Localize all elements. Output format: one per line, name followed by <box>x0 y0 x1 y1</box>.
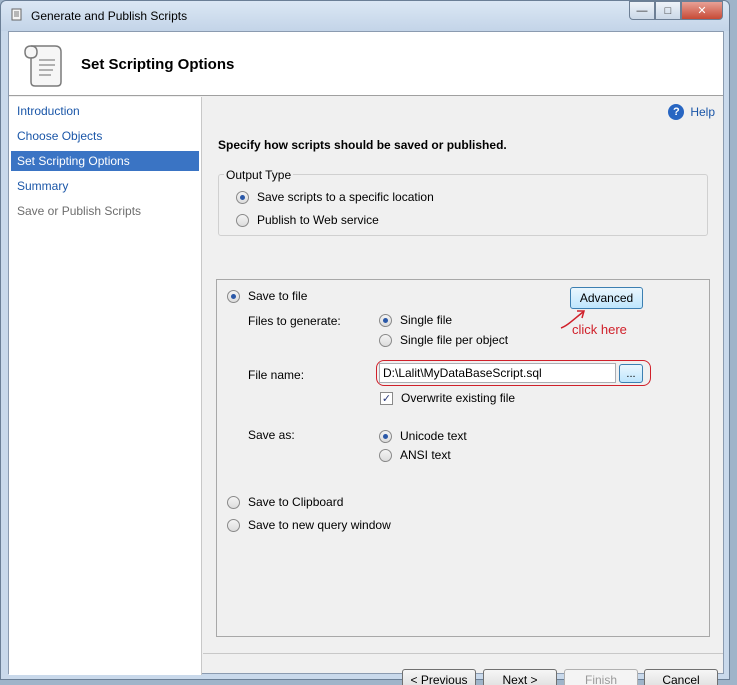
radio-label: Single file per object <box>400 333 509 347</box>
radio-label: Unicode text <box>400 429 467 443</box>
main-content: ? Help Specify how scripts should be sav… <box>203 97 723 685</box>
radio-label: Save to file <box>248 289 308 303</box>
nav-item-summary[interactable]: Summary <box>11 176 199 196</box>
minimize-icon: — <box>636 4 648 17</box>
overwrite-existing-checkbox[interactable]: ✓ Overwrite existing file <box>380 391 515 405</box>
close-button[interactable]: ✕ <box>681 1 723 20</box>
page-header: Set Scripting Options <box>9 32 723 96</box>
radio-button <box>379 313 392 327</box>
script-scroll-icon <box>24 45 62 87</box>
annotation-click-here: click here <box>572 322 627 337</box>
maximize-button[interactable]: □ <box>655 1 681 20</box>
radio-button <box>227 289 240 303</box>
close-icon: ✕ <box>697 5 707 17</box>
radio-save-to-query-window[interactable]: Save to new query window <box>227 518 391 532</box>
radio-button <box>379 448 392 462</box>
radio-label: Single file <box>400 313 453 327</box>
next-button[interactable]: Next > <box>483 669 557 685</box>
dialog-window: Generate and Publish Scripts — □ ✕ Set S… <box>0 0 730 685</box>
help-icon: ? <box>668 104 685 120</box>
browse-button[interactable]: ... <box>619 364 643 383</box>
help-label: Help <box>690 105 715 119</box>
finish-button: Finish <box>564 669 638 685</box>
wizard-nav: Introduction Choose Objects Set Scriptin… <box>9 97 202 675</box>
minimize-button[interactable]: — <box>629 1 655 20</box>
radio-button <box>236 190 249 204</box>
title-bar: Generate and Publish Scripts — □ ✕ <box>1 1 729 31</box>
radio-label: Save to new query window <box>248 518 391 532</box>
checkbox-checked-icon: ✓ <box>380 391 393 405</box>
output-type-group: Output Type Save scripts to a specific l… <box>218 168 708 236</box>
advanced-button[interactable]: Advanced <box>570 287 643 309</box>
window-title: Generate and Publish Scripts <box>31 9 188 23</box>
cancel-button[interactable]: Cancel <box>644 669 718 685</box>
nav-item-set-scripting-options[interactable]: Set Scripting Options <box>11 151 199 171</box>
files-to-generate-label: Files to generate: <box>248 314 341 328</box>
radio-button <box>227 495 240 509</box>
file-name-label: File name: <box>248 368 305 382</box>
radio-unicode-text[interactable]: Unicode text <box>379 429 467 443</box>
nav-item-introduction[interactable]: Introduction <box>11 101 199 121</box>
instruction-text: Specify how scripts should be saved or p… <box>218 138 507 152</box>
file-name-input[interactable]: D:\Lalit\MyDataBaseScript.sql <box>379 363 616 383</box>
nav-item-choose-objects[interactable]: Choose Objects <box>11 126 199 146</box>
nav-item-save-or-publish: Save or Publish Scripts <box>17 204 142 218</box>
help-link[interactable]: ? Help <box>668 104 715 120</box>
previous-button[interactable]: < Previous <box>402 669 476 685</box>
radio-label: ANSI text <box>400 448 451 462</box>
radio-button <box>379 429 392 443</box>
radio-publish-web-service[interactable]: Publish to Web service <box>236 213 379 227</box>
radio-save-to-file[interactable]: Save to file <box>227 289 307 303</box>
radio-button <box>379 333 392 347</box>
output-type-legend: Output Type <box>224 168 294 182</box>
radio-save-scripts-location[interactable]: Save scripts to a specific location <box>236 190 434 204</box>
radio-ansi-text[interactable]: ANSI text <box>379 448 451 462</box>
radio-save-to-clipboard[interactable]: Save to Clipboard <box>227 495 343 509</box>
destination-panel: Save to file Advanced click here Files t… <box>216 279 710 637</box>
scroll-icon <box>11 8 22 21</box>
page-title: Set Scripting Options <box>81 56 235 73</box>
checkbox-label: Overwrite existing file <box>401 391 516 405</box>
maximize-icon: □ <box>664 4 672 17</box>
radio-single-file-per-object[interactable]: Single file per object <box>379 333 508 347</box>
dialog-client: Set Scripting Options Introduction Choos… <box>8 31 724 685</box>
radio-label: Save scripts to a specific location <box>257 190 434 204</box>
radio-button <box>227 518 240 532</box>
save-as-label: Save as: <box>248 428 295 442</box>
radio-button <box>236 213 249 227</box>
radio-single-file[interactable]: Single file <box>379 313 452 327</box>
footer-divider <box>203 653 723 654</box>
radio-label: Save to Clipboard <box>248 495 344 509</box>
radio-label: Publish to Web service <box>257 213 379 227</box>
